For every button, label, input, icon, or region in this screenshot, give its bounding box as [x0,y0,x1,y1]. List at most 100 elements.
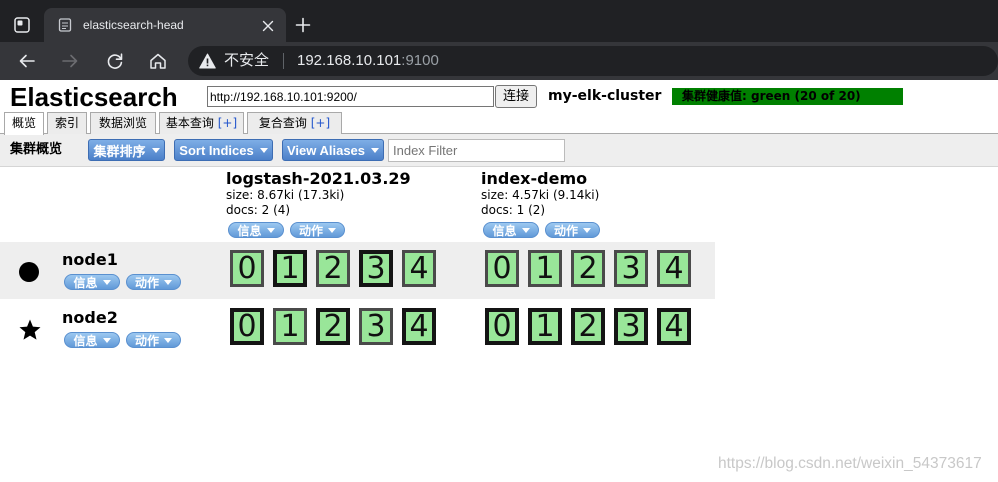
browser-tab[interactable]: elasticsearch-head [44,8,286,42]
overview-toolbar: 集群概览 集群排序 Sort Indices View Aliases [0,134,998,167]
tab-label: 基本查询 [165,116,214,130]
caret-down-icon [164,279,172,285]
sort-indices-label: Sort Indices [179,142,254,158]
index-docs: docs: 1 (2) [481,203,546,217]
shard[interactable]: 1 [273,250,307,287]
shard[interactable]: 3 [614,250,648,287]
caret-down-icon [371,147,380,153]
add-tab-link[interactable]: [+] [218,116,237,130]
shard[interactable]: 0 [230,308,264,345]
watermark: https://blog.csdn.net/weixin_54373617 [718,455,982,472]
view-aliases-label: View Aliases [286,142,366,158]
connect-button[interactable]: 连接 [495,85,537,108]
new-tab-icon[interactable] [295,17,311,33]
address-bar[interactable]: 不安全 192.168.10.101:9100 [188,46,998,76]
warning-icon[interactable] [199,53,216,69]
url-host: 192.168.10.101 [297,52,402,69]
node-info-button[interactable]: 信息 [64,332,120,348]
index-size: size: 4.57ki (9.14ki) [481,188,600,202]
shard[interactable]: 4 [657,250,691,287]
index-action-button[interactable]: 动作 [290,222,345,238]
tab-basic-query[interactable]: 基本查询 [+] [159,112,244,134]
caret-down-icon [521,227,530,233]
index-name: index-demo [481,169,588,188]
forward-arrow-icon [60,51,80,71]
toolbar-title: 集群概览 [10,142,63,157]
address-divider [283,53,284,69]
shard[interactable]: 3 [359,250,393,287]
circle-icon [19,262,39,282]
shard[interactable]: 4 [657,308,691,345]
caret-down-icon [151,147,160,153]
caret-down-icon [102,279,111,285]
back-arrow-icon[interactable] [17,51,37,71]
tab-label: 数据浏览 [98,116,147,130]
caret-down-icon [583,227,591,233]
index-info-button[interactable]: 信息 [228,222,284,238]
node-info-button[interactable]: 信息 [64,274,120,290]
node-action-button[interactable]: 动作 [126,274,181,290]
caret-down-icon [259,147,268,153]
caret-down-icon [328,227,336,233]
info-label: 信息 [237,223,262,238]
shard[interactable]: 0 [485,250,519,287]
index-action-button[interactable]: 动作 [545,222,600,238]
url-port: :9100 [401,52,439,69]
view-aliases-button[interactable]: View Aliases [282,139,384,161]
shard[interactable]: 3 [614,308,648,345]
browser-toolbar: 不安全 192.168.10.101:9100 [0,42,998,80]
shard[interactable]: 4 [402,308,436,345]
security-label[interactable]: 不安全 [224,46,269,76]
url-text[interactable]: 192.168.10.101:9100 [297,46,439,76]
sort-cluster-button[interactable]: 集群排序 [88,139,165,161]
caret-down-icon [164,337,172,343]
shard[interactable]: 2 [316,308,350,345]
tab-indices[interactable]: 索引 [47,112,87,134]
action-label: 动作 [134,275,159,290]
tab-overview[interactable]: 概览 [4,112,44,135]
sort-cluster-label: 集群排序 [93,143,146,159]
shard[interactable]: 0 [485,308,519,345]
shard[interactable]: 4 [402,250,436,287]
tab-actions-icon[interactable] [13,16,31,34]
caret-down-icon [266,227,275,233]
index-size: size: 8.67ki (17.3ki) [226,188,345,202]
index-name: logstash-2021.03.29 [226,169,411,188]
action-label: 动作 [553,223,578,238]
tab-label: 概览 [11,116,36,130]
shard[interactable]: 1 [273,308,307,345]
action-label: 动作 [134,333,159,348]
shard[interactable]: 2 [316,250,350,287]
sort-indices-button[interactable]: Sort Indices [174,139,273,161]
tab-compound-query[interactable]: 复合查询 [+] [247,112,342,134]
tab-label: 复合查询 [258,116,307,130]
tab-label: 索引 [54,116,79,130]
node-action-button[interactable]: 动作 [126,332,181,348]
shard[interactable]: 1 [528,250,562,287]
shard[interactable]: 3 [359,308,393,345]
page-icon [58,18,72,32]
index-filter-input[interactable] [388,139,565,162]
shard[interactable]: 2 [571,308,605,345]
app-title: Elasticsearch [10,82,178,112]
node-name: node2 [62,308,118,327]
reload-icon[interactable] [105,51,125,71]
caret-down-icon [102,337,111,343]
info-label: 信息 [492,223,517,238]
browser-tab-strip: elasticsearch-head [0,0,998,42]
tab-browser[interactable]: 数据浏览 [90,112,156,134]
cluster-name: my-elk-cluster [548,88,662,104]
shard[interactable]: 2 [571,250,605,287]
info-label: 信息 [73,333,98,348]
star-icon [18,318,42,342]
info-label: 信息 [73,275,98,290]
tab-title: elasticsearch-head [83,18,184,32]
add-tab-link[interactable]: [+] [311,116,330,130]
home-icon[interactable] [148,51,168,71]
action-label: 动作 [298,223,323,238]
shard[interactable]: 1 [528,308,562,345]
index-info-button[interactable]: 信息 [483,222,539,238]
close-icon[interactable] [262,19,274,32]
shard[interactable]: 0 [230,250,264,287]
connect-url-input[interactable] [207,86,494,107]
